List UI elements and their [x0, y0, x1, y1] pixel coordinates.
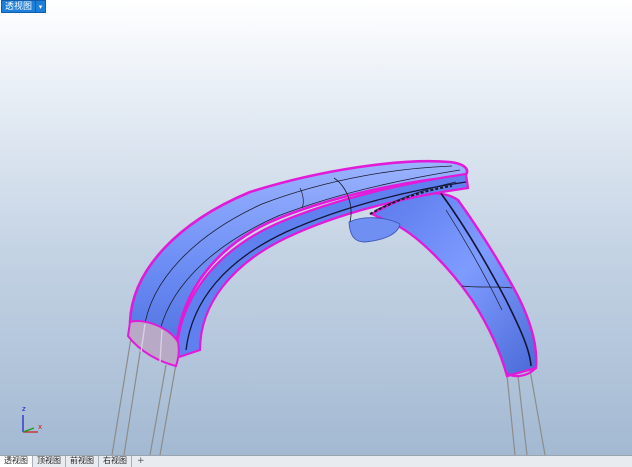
model-scene[interactable] [0, 0, 632, 455]
viewport-tab-bar: 透视图 顶视图 前视图 右视图 + [0, 455, 632, 467]
tab-perspective[interactable]: 透视图 [0, 456, 33, 467]
add-viewport-plus-icon[interactable]: + [132, 456, 150, 467]
axis-z-label: z [22, 405, 26, 413]
tab-front[interactable]: 前视图 [66, 456, 99, 467]
right-arm-surface[interactable] [369, 191, 538, 378]
viewport-name-label[interactable]: 透视图 [1, 0, 37, 13]
axis-x-label: x [38, 423, 43, 431]
lower-tab-surface[interactable] [348, 217, 401, 243]
perspective-viewport[interactable]: 透视图 ▾ z x [0, 0, 632, 455]
main-band-surface[interactable] [128, 159, 470, 361]
viewport-title-bar[interactable]: 透视图 ▾ [1, 0, 47, 13]
tab-top[interactable]: 顶视图 [33, 456, 66, 467]
viewport-menu-chevron-icon[interactable]: ▾ [36, 0, 47, 13]
world-axis-indicator: z x [18, 406, 48, 438]
tab-right[interactable]: 右视图 [99, 456, 132, 467]
